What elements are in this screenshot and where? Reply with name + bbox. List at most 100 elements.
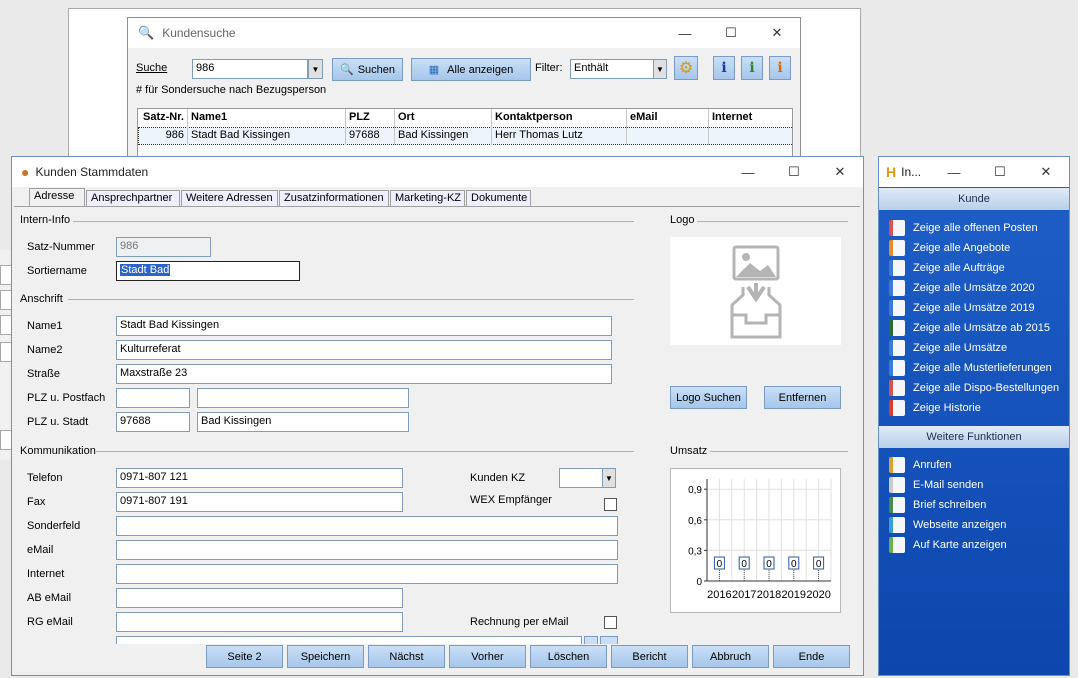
row-name1: Stadt Bad Kissingen bbox=[188, 127, 346, 145]
sortiername-label: Sortiername bbox=[27, 265, 87, 277]
rg-email-field[interactable] bbox=[116, 612, 403, 632]
side-item[interactable]: Zeige alle Musterlieferungen bbox=[889, 358, 1052, 378]
logo-search-button[interactable]: Logo Suchen bbox=[670, 386, 747, 409]
close-button[interactable]: ✕ bbox=[754, 18, 800, 48]
telefon-field[interactable]: 0971-807 121 bbox=[116, 468, 403, 488]
info-green-button[interactable]: i bbox=[741, 56, 763, 80]
fax-field[interactable]: 0971-807 191 bbox=[116, 492, 403, 512]
tab-strip-line bbox=[14, 206, 860, 207]
next-button[interactable]: Nächst bbox=[368, 645, 445, 668]
filter-select[interactable]: Enthält bbox=[570, 59, 654, 79]
col-kontaktperson[interactable]: Kontaktperson bbox=[492, 109, 627, 127]
side-item[interactable]: Zeige alle Aufträge bbox=[889, 258, 1005, 278]
data-label: 0 bbox=[741, 559, 747, 570]
partial-button[interactable] bbox=[600, 636, 618, 644]
side-item[interactable]: E-Mail senden bbox=[889, 475, 983, 495]
show-all-button[interactable]: ▦ Alle anzeigen bbox=[411, 58, 531, 81]
side-item[interactable]: Brief schreiben bbox=[889, 495, 986, 515]
side-item[interactable]: Zeige alle Umsätze 2019 bbox=[889, 298, 1035, 318]
partial-button[interactable] bbox=[584, 636, 598, 644]
end-button[interactable]: Ende bbox=[773, 645, 850, 668]
internet-field[interactable] bbox=[116, 564, 618, 584]
side-item-label: Webseite anzeigen bbox=[913, 519, 1007, 531]
side-item[interactable]: Zeige Historie bbox=[889, 398, 981, 418]
strasse-field[interactable]: Maxstraße 23 bbox=[116, 364, 612, 384]
ab-email-field[interactable] bbox=[116, 588, 403, 608]
y-tick-label: 0,3 bbox=[688, 546, 702, 557]
info-blue-button[interactable]: i bbox=[713, 56, 735, 80]
side-item-label: Zeige alle offenen Posten bbox=[913, 222, 1038, 234]
search-dropdown-arrow[interactable]: ▼ bbox=[308, 59, 323, 79]
plz-postfach-label: PLZ u. Postfach bbox=[27, 392, 106, 404]
postfach-field[interactable] bbox=[197, 388, 409, 408]
side-item-label: E-Mail senden bbox=[913, 479, 984, 491]
side-item[interactable]: Anrufen bbox=[889, 455, 952, 475]
delete-button[interactable]: Löschen bbox=[530, 645, 607, 668]
minimize-button[interactable]: — bbox=[662, 18, 708, 48]
sortiername-field[interactable]: Stadt Bad bbox=[116, 261, 300, 281]
report-button[interactable]: Bericht bbox=[611, 645, 688, 668]
col-satz-nr[interactable]: Satz-Nr. bbox=[138, 109, 188, 127]
minimize-button[interactable]: — bbox=[931, 157, 977, 187]
side-item[interactable]: Auf Karte anzeigen bbox=[889, 535, 1007, 555]
col-email[interactable]: eMail bbox=[627, 109, 709, 127]
side-item-label: Zeige alle Umsätze 2020 bbox=[913, 282, 1035, 294]
search-button[interactable]: 🔍 Suchen bbox=[332, 58, 403, 81]
tab-weitere-adressen[interactable]: Weitere Adressen bbox=[181, 190, 278, 207]
side-panel-body: Kunde Zeige alle offenen Posten Zeige all… bbox=[879, 187, 1069, 675]
x-tick-label: 2016 bbox=[707, 589, 731, 601]
kunden-kz-label: Kunden KZ bbox=[470, 472, 526, 484]
stadt-field[interactable]: Bad Kissingen bbox=[197, 412, 409, 432]
save-button[interactable]: Speichern bbox=[287, 645, 364, 668]
email-field[interactable] bbox=[116, 540, 618, 560]
maximize-button[interactable]: ☐ bbox=[977, 157, 1023, 187]
section-divider bbox=[73, 221, 634, 222]
sales-chart: 0,9 0,6 0,3 0 0 2016 0 2017 0 2018 0 2019 0 2020 bbox=[670, 468, 841, 613]
tab-dokumente[interactable]: Dokumente bbox=[466, 190, 531, 207]
info-orange-button[interactable]: i bbox=[769, 56, 791, 80]
side-item-label: Zeige alle Aufträge bbox=[913, 262, 1005, 274]
settings-button[interactable]: ⚙ bbox=[674, 56, 698, 80]
wex-label: WEX Empfänger bbox=[470, 494, 552, 506]
maximize-button[interactable]: ☐ bbox=[771, 157, 817, 187]
wex-checkbox[interactable] bbox=[604, 498, 617, 511]
side-item[interactable]: Webseite anzeigen bbox=[889, 515, 1006, 535]
plz-field[interactable]: 97688 bbox=[116, 412, 190, 432]
side-item[interactable]: Zeige alle Umsätze 2020 bbox=[889, 278, 1035, 298]
kunden-kz-dropdown-arrow[interactable]: ▼ bbox=[602, 468, 616, 488]
side-item[interactable]: Zeige alle Umsätze bbox=[889, 338, 1007, 358]
order-icon bbox=[889, 260, 905, 276]
partial-field[interactable] bbox=[116, 636, 582, 644]
tab-adresse[interactable]: Adresse bbox=[29, 188, 85, 207]
page2-button[interactable]: Seite 2 bbox=[206, 645, 283, 668]
col-internet[interactable]: Internet bbox=[709, 109, 792, 127]
tab-ansprechpartner[interactable]: Ansprechpartner bbox=[86, 190, 180, 207]
search-input[interactable]: 986 bbox=[192, 59, 308, 79]
name1-field[interactable]: Stadt Bad Kissingen bbox=[116, 316, 612, 336]
minimize-button[interactable]: — bbox=[725, 157, 771, 187]
kunden-kz-select[interactable] bbox=[559, 468, 603, 488]
close-button[interactable]: ✕ bbox=[1023, 157, 1069, 187]
tab-marketing-kz[interactable]: Marketing-KZ bbox=[390, 190, 465, 207]
previous-button[interactable]: Vorher bbox=[449, 645, 526, 668]
close-button[interactable]: ✕ bbox=[817, 157, 863, 187]
maximize-button[interactable]: ☐ bbox=[708, 18, 754, 48]
cancel-button[interactable]: Abbruch bbox=[692, 645, 769, 668]
sonderfeld-field[interactable] bbox=[116, 516, 618, 536]
logo-remove-button[interactable]: Entfernen bbox=[764, 386, 841, 409]
name2-field[interactable]: Kulturreferat bbox=[116, 340, 612, 360]
offer-icon bbox=[889, 240, 905, 256]
list-icon: ▦ bbox=[428, 64, 440, 76]
rechnung-email-checkbox[interactable] bbox=[604, 616, 617, 629]
side-item[interactable]: Zeige alle Dispo-Bestellungen bbox=[889, 378, 1059, 398]
row-satz-nr: 986 bbox=[138, 127, 188, 145]
side-item[interactable]: Zeige alle Umsätze ab 2015 bbox=[889, 318, 1050, 338]
col-name1[interactable]: Name1 bbox=[188, 109, 346, 127]
tab-zusatzinformationen[interactable]: Zusatzinformationen bbox=[279, 190, 389, 207]
col-plz[interactable]: PLZ bbox=[346, 109, 395, 127]
side-item[interactable]: Zeige alle offenen Posten bbox=[889, 218, 1038, 238]
postfach-plz-field[interactable] bbox=[116, 388, 190, 408]
side-item[interactable]: Zeige alle Angebote bbox=[889, 238, 1010, 258]
filter-dropdown-arrow[interactable]: ▼ bbox=[653, 59, 667, 79]
col-ort[interactable]: Ort bbox=[395, 109, 492, 127]
